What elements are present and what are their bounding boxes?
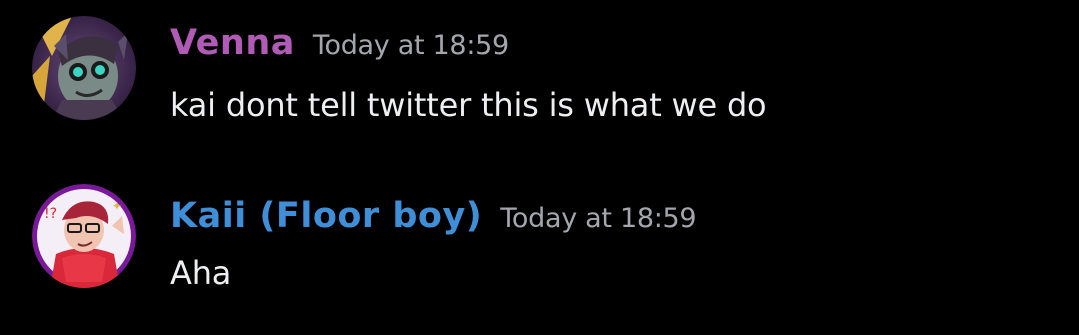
message-header: Kaii (Floor boy) Today at 18:59 [170, 196, 697, 236]
user-avatar-icon[interactable]: !? ✦ [32, 184, 136, 288]
svg-text:✦: ✦ [112, 199, 122, 213]
message-text: Aha [170, 254, 232, 292]
message-item: !? ✦ Kaii (Floor boy) Today at 18:59 Aha [0, 176, 1079, 296]
message-text: kai dont tell twitter this is what we do [170, 86, 767, 124]
message-item: Venna Today at 18:59 kai dont tell twitte… [0, 0, 1079, 124]
user-avatar-icon[interactable] [32, 16, 136, 120]
timestamp: Today at 18:59 [500, 203, 697, 234]
username[interactable]: Kaii (Floor boy) [170, 196, 482, 236]
svg-text:!?: !? [44, 206, 57, 222]
message-header: Venna Today at 18:59 [170, 23, 509, 63]
timestamp: Today at 18:59 [312, 30, 509, 61]
username[interactable]: Venna [170, 23, 295, 63]
